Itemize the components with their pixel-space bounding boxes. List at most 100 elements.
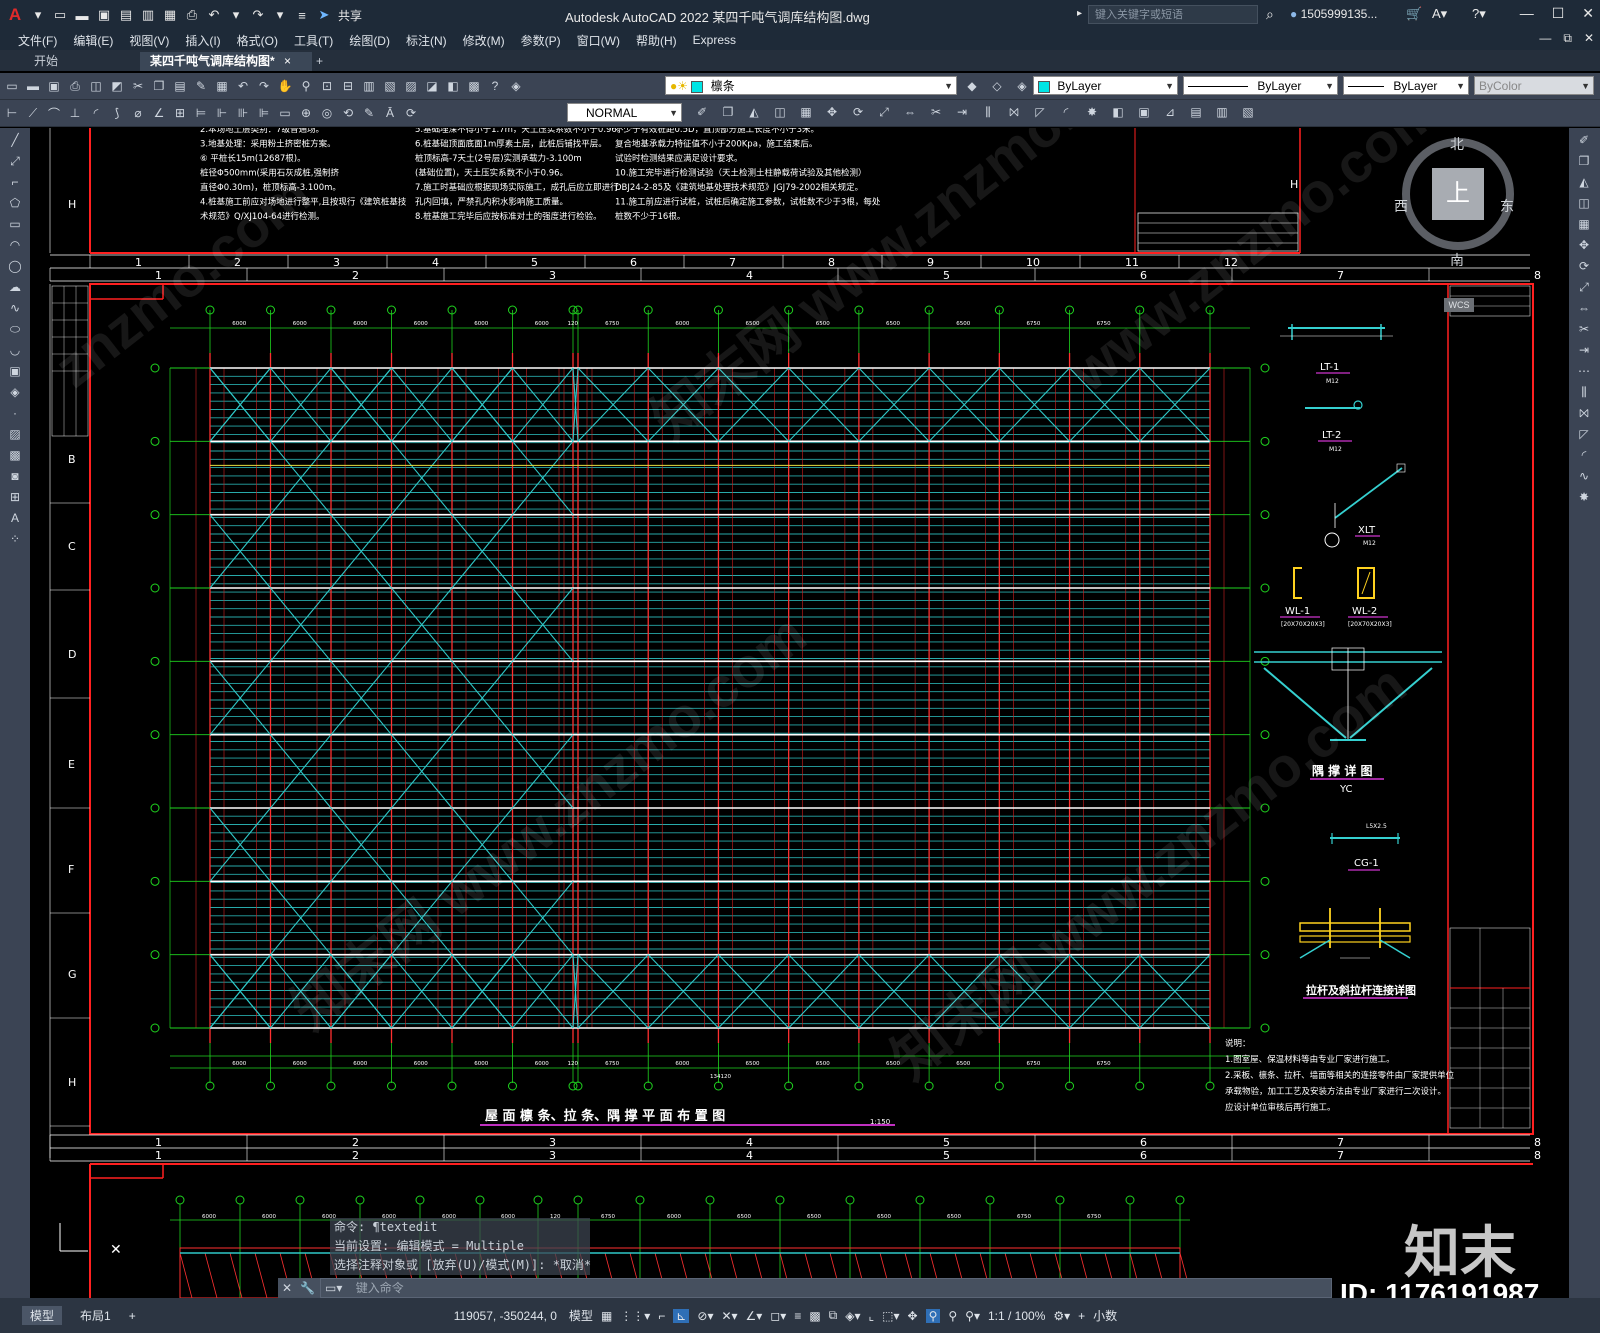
model-space-toggle[interactable]: 模型: [569, 1307, 593, 1324]
chevron-right-icon[interactable]: ▸: [1077, 8, 1082, 19]
polar-icon[interactable]: ⊘▾: [697, 1309, 713, 1323]
cart-icon[interactable]: 🛒: [1406, 6, 1422, 22]
paste-icon[interactable]: ▤: [171, 77, 189, 95]
compass-south[interactable]: 南: [1450, 250, 1464, 270]
tolerance-icon[interactable]: ▭: [276, 104, 294, 122]
pan-icon[interactable]: ✋: [276, 77, 294, 95]
offset-icon[interactable]: ◫: [771, 103, 789, 121]
zoom-window-icon[interactable]: ⊡: [318, 77, 336, 95]
search-icon[interactable]: ⌕: [1266, 6, 1274, 23]
trim-icon[interactable]: ✂: [1574, 320, 1594, 338]
menu-express[interactable]: Express: [693, 33, 736, 47]
new-icon[interactable]: ▭: [3, 77, 21, 95]
tab-drawing[interactable]: 某四千吨气调库结构图* ×: [140, 52, 312, 71]
compass-north[interactable]: 北: [1450, 134, 1464, 154]
mirror-icon[interactable]: ◭: [745, 103, 763, 121]
menu-dimension[interactable]: 标注(N): [406, 32, 447, 49]
ellipse-icon[interactable]: ⬭: [5, 320, 25, 338]
autocad-logo-icon[interactable]: A: [6, 5, 24, 24]
line-icon[interactable]: ╱: [5, 131, 25, 149]
mtext-icon[interactable]: A: [5, 509, 25, 527]
print-icon[interactable]: ⎙: [66, 77, 84, 95]
menu-tools[interactable]: 工具(T): [294, 32, 333, 49]
dim-continue-icon[interactable]: ⊩: [213, 104, 231, 122]
move-icon[interactable]: ✥: [823, 103, 841, 121]
selection-cycling-icon[interactable]: ⧉: [829, 1308, 838, 1323]
make-current-icon[interactable]: ◆: [963, 77, 981, 95]
object-snap-tracking-icon[interactable]: ∠▾: [746, 1309, 763, 1323]
dim-break-icon[interactable]: ⊫: [255, 104, 273, 122]
draw-order-icon[interactable]: ◧: [1109, 103, 1127, 121]
gradient-icon[interactable]: ▩: [5, 446, 25, 464]
menu-parametric[interactable]: 参数(P): [521, 32, 561, 49]
mirror-icon[interactable]: ◭: [1574, 173, 1594, 191]
array-icon[interactable]: ▦: [1574, 215, 1594, 233]
region-icon[interactable]: ◙: [5, 467, 25, 485]
extend-icon[interactable]: ⇥: [1574, 341, 1594, 359]
menu-draw[interactable]: 绘图(D): [349, 32, 390, 49]
attach-icon[interactable]: ▧: [1239, 103, 1257, 121]
erase-icon[interactable]: ✐: [693, 103, 711, 121]
layer-previous-icon[interactable]: ◇: [988, 77, 1006, 95]
open-icon[interactable]: ▬: [24, 77, 42, 95]
tool-palettes-icon[interactable]: ▨: [402, 77, 420, 95]
text-style-dropdown[interactable]: NORMAL ▼: [567, 103, 682, 122]
match-properties-icon[interactable]: ✎: [192, 77, 210, 95]
arc-icon[interactable]: ◠: [5, 236, 25, 254]
doc-close-icon[interactable]: ✕: [1584, 31, 1594, 46]
dim-baseline-icon[interactable]: ⊨: [192, 104, 210, 122]
break-icon[interactable]: ⫼: [1574, 383, 1594, 401]
polygon-icon[interactable]: ⬠: [5, 194, 25, 212]
break-icon[interactable]: ⫼: [979, 103, 997, 121]
annotation-monitor-icon[interactable]: +: [1078, 1309, 1085, 1323]
join-icon[interactable]: ⨝: [1005, 103, 1023, 121]
help-icon[interactable]: ?: [486, 77, 504, 95]
jogged-linear-icon[interactable]: ⟲: [339, 104, 357, 122]
new-file-icon[interactable]: ▭: [52, 7, 68, 23]
annotation-scale-value[interactable]: 1:1 / 100%: [988, 1309, 1045, 1323]
measure-icon[interactable]: ⊿: [1161, 103, 1179, 121]
layer-manager-icon[interactable]: ◈: [507, 77, 525, 95]
dim-edit-icon[interactable]: ✎: [360, 104, 378, 122]
rotate-icon[interactable]: ⟳: [1574, 257, 1594, 275]
viewcube-top-face[interactable]: 上: [1432, 168, 1484, 220]
design-center-icon[interactable]: ▧: [381, 77, 399, 95]
dim-update-icon[interactable]: ⟳: [402, 104, 420, 122]
auto-scale-icon[interactable]: ⚲: [948, 1309, 957, 1323]
copy-object-icon[interactable]: ❐: [719, 103, 737, 121]
minimize-icon[interactable]: —: [1520, 5, 1534, 22]
move-icon[interactable]: ✥: [1574, 236, 1594, 254]
dim-ordinate-icon[interactable]: ⊥: [66, 104, 84, 122]
publish-icon[interactable]: ◩: [108, 77, 126, 95]
zoom-previous-icon[interactable]: ⊟: [339, 77, 357, 95]
cut-icon[interactable]: ✂: [129, 77, 147, 95]
new-tab-button[interactable]: +: [306, 52, 333, 71]
layer-dropdown[interactable]: ●☀ 檩条 ▼: [665, 76, 957, 95]
ortho-icon[interactable]: ⊾: [673, 1308, 690, 1323]
menu-modify[interactable]: 修改(M): [463, 32, 505, 49]
erase-icon[interactable]: ✐: [1574, 131, 1594, 149]
dim-jogged-icon[interactable]: ⟆: [108, 104, 126, 122]
tab-start[interactable]: 开始: [24, 52, 68, 71]
snap-icon[interactable]: ⋮⋮▾: [620, 1309, 650, 1323]
make-block-icon[interactable]: ◈: [5, 383, 25, 401]
search-input[interactable]: 键入关键字或短语: [1088, 5, 1258, 24]
tab-close-icon[interactable]: ×: [284, 54, 291, 68]
block-icon[interactable]: ▦: [213, 77, 231, 95]
share-label[interactable]: 共享: [338, 7, 362, 24]
join-icon[interactable]: ⨝: [1574, 404, 1594, 422]
gizmo-icon[interactable]: ✥: [908, 1309, 918, 1323]
preview-icon[interactable]: ◫: [87, 77, 105, 95]
menu-window[interactable]: 窗口(W): [577, 32, 620, 49]
selection-filter-icon[interactable]: ⬚▾: [882, 1309, 899, 1323]
doc-restore-icon[interactable]: ⧉: [1563, 31, 1572, 46]
customize-icon[interactable]: ≡: [294, 7, 310, 23]
user-account[interactable]: ● 1505999135...: [1290, 7, 1377, 21]
polyline-icon[interactable]: ⌐: [5, 173, 25, 191]
fillet-icon[interactable]: ◜: [1574, 446, 1594, 464]
wcs-menu[interactable]: WCS: [1444, 298, 1474, 312]
xref-icon[interactable]: ▥: [1213, 103, 1231, 121]
share-icon[interactable]: ➤: [316, 7, 332, 23]
insert-block-icon[interactable]: ▣: [5, 362, 25, 380]
infer-constraints-icon[interactable]: ⌐: [658, 1309, 665, 1323]
